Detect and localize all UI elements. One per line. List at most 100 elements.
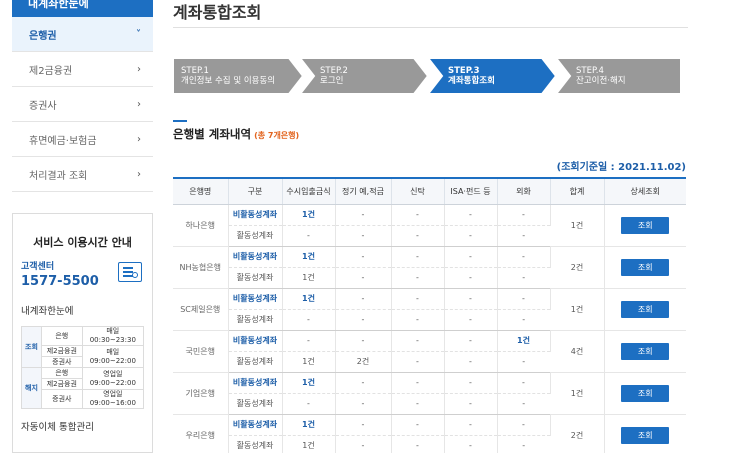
account-count: 1건 <box>282 435 336 453</box>
account-count: - <box>444 267 498 289</box>
account-count: - <box>391 204 445 226</box>
account-count: - <box>391 330 445 352</box>
bank-name: 기업은행 <box>173 372 229 415</box>
view-detail-button[interactable]: 조회 <box>621 216 670 234</box>
table-row: 하나은행 비활동성계좌 1건 - - - -1건 조회 <box>173 204 686 247</box>
sidebar-item-3[interactable]: 휴면예금·보험금 › <box>12 122 153 157</box>
account-kind: 비활동성계좌 <box>228 204 283 226</box>
account-count: 2건 <box>335 351 392 373</box>
account-count: - <box>444 309 498 331</box>
bank-name: 국민은행 <box>173 330 229 373</box>
account-count: 1건 <box>282 246 336 268</box>
service-hours-panel: 서비스 이용시간 안내 고객센터 1577-5500 내계좌한눈에 조회 은행 … <box>12 213 153 453</box>
view-detail-button[interactable]: 조회 <box>621 342 670 360</box>
chevron-down-icon: ˅ <box>136 28 141 40</box>
sidebar-item-2[interactable]: 증권사 › <box>12 87 153 122</box>
view-detail-button[interactable]: 조회 <box>621 426 670 444</box>
sched-org: 증권사 <box>41 389 83 409</box>
account-table: 은행명 구분 수시입출금식 정기 예,적금 신탁 ISA·펀드 등 외화 합계 상세조회 하나은… <box>173 177 686 453</box>
sidebar-top-banner[interactable]: 내계좌한눈에 <box>12 0 153 17</box>
title-divider <box>173 27 688 28</box>
account-kind: 활동성계좌 <box>228 309 283 331</box>
step-text: STEP.4 잔고이전·해지 <box>556 66 681 86</box>
account-count: - <box>335 393 392 415</box>
auto-transfer-link[interactable]: 자동이체 통합관리 <box>21 419 144 433</box>
table-row: SC제일은행 비활동성계좌 1건 - - - -1건 조회 <box>173 288 686 331</box>
bank-name: SC제일은행 <box>173 288 229 331</box>
account-kind: 비활동성계좌 <box>228 288 283 310</box>
account-count: - <box>444 288 498 310</box>
sched-org: 제2금융권 <box>41 345 83 357</box>
step-text: STEP.3 계좌통합조회 <box>428 66 556 86</box>
step-number: STEP.4 <box>576 66 604 76</box>
account-count: - <box>391 372 445 394</box>
table-row: 기업은행 비활동성계좌 1건 - - - -1건 조회 <box>173 372 686 415</box>
account-count: - <box>497 372 551 394</box>
service-hours-subtitle: 내계좌한눈에 <box>21 306 74 317</box>
account-count: 1건 <box>282 288 336 310</box>
page-title: 계좌통합조회 <box>173 3 262 22</box>
column-header: 상세조회 <box>604 177 686 205</box>
account-count: - <box>444 351 498 373</box>
account-count: - <box>335 330 392 352</box>
chevron-right-icon: › <box>137 98 141 110</box>
account-count: - <box>335 435 392 453</box>
account-count: - <box>335 267 392 289</box>
account-count: - <box>391 225 445 247</box>
account-count: - <box>335 372 392 394</box>
sidebar-nav: 은행권 ˅ 제2금융권 › 증권사 › 휴면예금·보험금 › 처리결과 조회 › <box>12 17 153 192</box>
total-count: 4건 <box>550 330 605 373</box>
detail-cell: 조회 <box>604 372 686 415</box>
sidebar: 내계좌한눈에 은행권 ˅ 제2금융권 › 증권사 › 휴면예금·보험금 › 처리결과 조회 › 서… <box>12 0 153 453</box>
account-kind: 활동성계좌 <box>228 435 283 453</box>
account-count: - <box>497 267 550 289</box>
table-body: 하나은행 비활동성계좌 1건 - - - -1건 조회 활동성계좌 - - - - - NH농협은행 비활동성… <box>173 204 686 453</box>
account-count: - <box>497 288 551 310</box>
account-kind: 비활동성계좌 <box>228 330 283 352</box>
bank-name: NH농협은행 <box>173 246 229 289</box>
total-count: 1건 <box>550 288 605 331</box>
step-label: 계좌통합조회 <box>448 76 495 86</box>
detail-cell: 조회 <box>604 330 686 373</box>
detail-cell: 조회 <box>604 414 686 453</box>
chevron-right-icon: › <box>137 168 141 180</box>
column-header: 은행명 <box>173 177 229 205</box>
page-root: 내계좌한눈에 은행권 ˅ 제2금융권 › 증권사 › 휴면예금·보험금 › 처리결과 조회 › 서… <box>0 0 743 453</box>
account-count: - <box>444 435 498 453</box>
account-count: 1건 <box>282 351 336 373</box>
account-count: - <box>335 288 392 310</box>
account-count: - <box>497 246 551 268</box>
column-header: 구분 <box>228 177 283 205</box>
account-count: - <box>391 435 445 453</box>
account-count: - <box>497 225 550 247</box>
chevron-right-icon: › <box>137 63 141 75</box>
customer-center: 고객센터 1577-5500 <box>21 259 144 291</box>
view-detail-button[interactable]: 조회 <box>621 258 670 276</box>
view-detail-button[interactable]: 조회 <box>621 300 670 318</box>
account-count: 1건 <box>282 372 336 394</box>
detail-cell: 조회 <box>604 204 686 247</box>
account-count: - <box>391 309 445 331</box>
inquiry-date: (조회기준일 : 2021.11.02) <box>556 162 686 173</box>
step-text: STEP.1 개인정보 수집 및 이용동의 <box>173 66 303 86</box>
total-count: 2건 <box>550 414 605 453</box>
sidebar-item-0[interactable]: 은행권 ˅ <box>12 17 153 52</box>
sidebar-item-4[interactable]: 처리결과 조회 › <box>12 157 153 192</box>
step-3: STEP.3 계좌통합조회 <box>428 58 556 94</box>
step-label: 잔고이전·해지 <box>576 76 626 86</box>
account-count: - <box>282 393 336 415</box>
sched-time: 영업일 09:00~16:00 <box>81 389 145 409</box>
account-count: - <box>497 435 550 453</box>
view-detail-button[interactable]: 조회 <box>621 384 670 402</box>
step-4: STEP.4 잔고이전·해지 <box>556 58 681 94</box>
bank-name: 우리은행 <box>173 414 229 453</box>
account-kind: 활동성계좌 <box>228 225 283 247</box>
account-count: - <box>335 246 392 268</box>
table-row: 우리은행 비활동성계좌 1건 - - - -2건 조회 <box>173 414 686 453</box>
column-header: 신탁 <box>391 177 445 205</box>
column-header: 외화 <box>497 177 551 205</box>
step-label: 개인정보 수집 및 이용동의 <box>181 76 276 86</box>
sidebar-item-1[interactable]: 제2금융권 › <box>12 52 153 87</box>
account-count: - <box>497 414 551 436</box>
account-count: - <box>335 414 392 436</box>
